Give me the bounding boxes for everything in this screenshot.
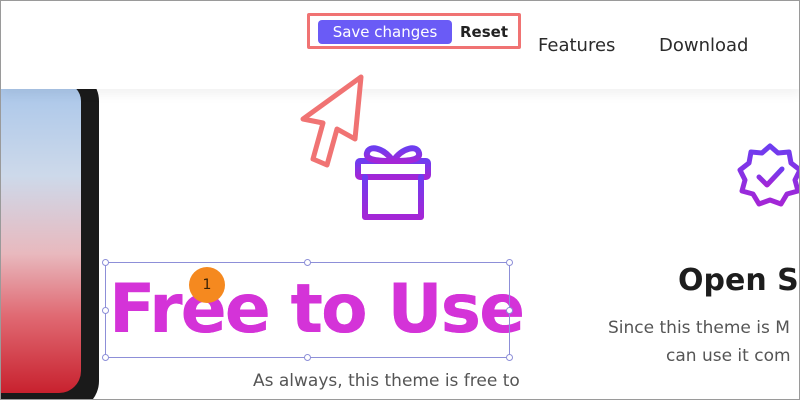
feature-description-open-source-line1: Since this theme is M — [608, 318, 790, 338]
resize-handle[interactable] — [102, 259, 109, 266]
nav-features-link[interactable]: Features — [538, 35, 615, 56]
resize-handle[interactable] — [506, 259, 513, 266]
feature-description-free: As always, this theme is free to — [253, 371, 520, 391]
editor-toolbar: Save changes Reset — [307, 13, 521, 49]
verified-badge-icon — [737, 143, 799, 207]
resize-handle[interactable] — [102, 354, 109, 361]
screenshot-frame: Features Download Save changes Reset Fre… — [0, 0, 800, 400]
cursor-arrow-icon — [300, 74, 364, 168]
phone-screen — [1, 83, 81, 393]
resize-handle[interactable] — [102, 307, 109, 314]
step-number-badge: 1 — [189, 267, 225, 303]
feature-title-open-source: Open So — [678, 263, 799, 298]
resize-handle[interactable] — [506, 307, 513, 314]
resize-handle[interactable] — [304, 259, 311, 266]
reset-button[interactable]: Reset — [460, 20, 508, 44]
element-selection-box[interactable] — [102, 259, 513, 361]
save-changes-button[interactable]: Save changes — [318, 20, 452, 44]
nav-download-link[interactable]: Download — [659, 35, 748, 56]
resize-handle[interactable] — [506, 354, 513, 361]
resize-handle[interactable] — [304, 354, 311, 361]
feature-description-open-source-line2: can use it com — [666, 346, 791, 366]
phone-mockup — [1, 71, 99, 399]
